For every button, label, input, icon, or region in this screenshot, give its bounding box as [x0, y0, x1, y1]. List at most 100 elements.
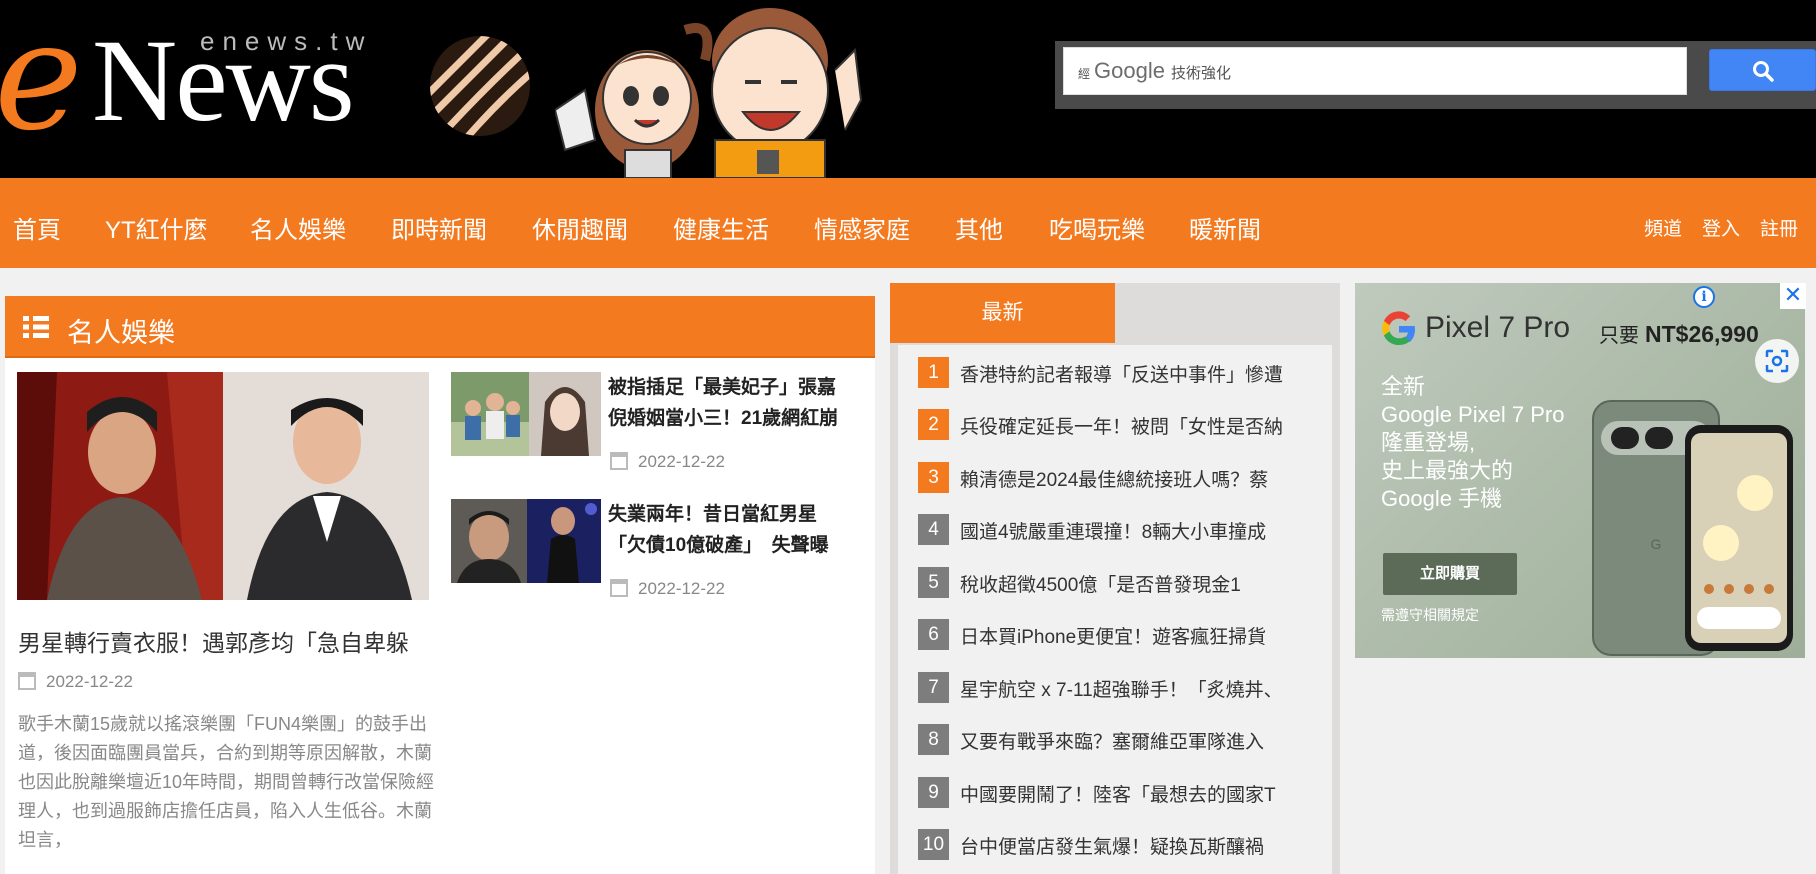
latest-item-title[interactable]: 賴清德是2024最佳總統接班人嗎？蔡: [960, 465, 1325, 492]
side-article-1-date-text: 2022-12-22: [638, 452, 725, 471]
nav-item-family[interactable]: 情感家庭: [814, 210, 910, 245]
nav-login-link[interactable]: 登入: [1702, 214, 1740, 241]
latest-item-title[interactable]: 台中便當店發生氣爆！疑換瓦斯釀禍: [960, 832, 1325, 859]
ad-price-value: NT$26,990: [1645, 321, 1759, 347]
rank-badge: 10: [918, 829, 949, 860]
rank-badge: 8: [918, 724, 949, 755]
latest-item[interactable]: 1 香港特約記者報導「反送中事件」慘遭: [898, 357, 1332, 401]
rank-badge: 6: [918, 619, 949, 650]
site-logo[interactable]: e News enews.tw: [0, 0, 430, 178]
ad-copy: 全新 Google Pixel 7 Pro 隆重登場, 史上最強大的 Googl…: [1381, 373, 1611, 513]
section-header: 名人娛樂: [5, 296, 875, 358]
rank-badge: 7: [918, 672, 949, 703]
nav-item-food[interactable]: 吃喝玩樂: [1049, 210, 1145, 245]
latest-news-panel: 最新 1 香港特約記者報導「反送中事件」慘遭 2 兵役確定延長一年！被問「女性是…: [890, 283, 1340, 874]
ad-copy-line: 全新: [1381, 374, 1426, 399]
featured-article-excerpt: 歌手木蘭15歲就以搖滾樂團「FUN4樂團」的鼓手出道，後因面臨團員當兵，合約到期…: [18, 714, 435, 850]
rank-badge: 3: [918, 462, 949, 493]
calendar-icon: [610, 579, 628, 597]
featured-article-date: 2022-12-22: [18, 672, 133, 692]
info-icon[interactable]: i: [1693, 286, 1715, 308]
google-g-icon: [1382, 311, 1415, 346]
ad-price: 只要 NT$26,990: [1599, 319, 1759, 348]
search-input[interactable]: 經 Google 技術強化: [1063, 47, 1687, 95]
nav-item-home[interactable]: 首頁: [13, 210, 61, 245]
calendar-icon: [610, 452, 628, 470]
latest-item[interactable]: 5 稅收超徵4500億「是否普發現金1: [898, 567, 1332, 611]
nav-item-other[interactable]: 其他: [955, 210, 1003, 245]
nav-item-celebrity[interactable]: 名人娛樂: [250, 210, 346, 245]
latest-item[interactable]: 9 中國要開鬧了！陸客「最想去的國家T: [898, 777, 1332, 821]
nav-item-breaking[interactable]: 即時新聞: [391, 210, 487, 245]
featured-article-image[interactable]: [17, 372, 429, 600]
latest-item-title[interactable]: 又要有戰爭來臨？塞爾維亞軍隊進入: [960, 727, 1325, 754]
latest-item[interactable]: 7 星宇航空 x 7-11超強聯手！「炙燒丼、: [898, 672, 1332, 716]
nav-item-leisure[interactable]: 休閒趣聞: [532, 210, 628, 245]
side-article-1-date: 2022-12-22: [610, 452, 725, 472]
lens-icon[interactable]: [1755, 339, 1799, 383]
latest-item[interactable]: 6 日本買iPhone更便宜！遊客瘋狂掃貨: [898, 619, 1332, 663]
search-brand-prefix: 經: [1078, 67, 1091, 81]
ad-copy-line: Google 手機: [1381, 486, 1503, 511]
rank-badge: 1: [918, 357, 949, 388]
latest-item-title[interactable]: 香港特約記者報導「反送中事件」慘遭: [960, 360, 1325, 387]
featured-article-title[interactable]: 男星轉行賣衣服！遇郭彥均「急自卑躲: [18, 624, 438, 658]
logo-domain: enews.tw: [200, 26, 373, 56]
search-brand-suffix: 技術強化: [1170, 65, 1231, 82]
side-article-1-image[interactable]: [451, 372, 601, 456]
search-branding: 經 Google 技術強化: [1078, 58, 1231, 84]
latest-item-title[interactable]: 兵役確定延長一年！被問「女性是否納: [960, 412, 1325, 439]
rank-badge: 4: [918, 514, 949, 545]
nav-channel-link[interactable]: 頻道: [1644, 214, 1682, 241]
nav-register-link[interactable]: 註冊: [1760, 214, 1798, 241]
rank-badge: 5: [918, 567, 949, 598]
latest-item-title[interactable]: 稅收超徵4500億「是否普發現金1: [960, 570, 1325, 597]
search-brand-google: Google: [1094, 58, 1165, 83]
close-icon[interactable]: ✕: [1780, 283, 1806, 309]
ad-buy-button[interactable]: 立即購買: [1383, 553, 1517, 595]
side-article-1-title-line1[interactable]: 被指插足「最美妃子」張嘉: [608, 372, 870, 403]
site-header: e News enews.tw 經 Google 技術強化: [0, 0, 1816, 178]
svg-text:G: G: [1651, 536, 1662, 552]
latest-item-title[interactable]: 日本買iPhone更便宜！遊客瘋狂掃貨: [960, 622, 1325, 649]
rank-badge: 9: [918, 777, 949, 808]
search-button[interactable]: [1709, 49, 1816, 91]
side-article-2-image[interactable]: [451, 499, 601, 583]
ad-disclaimer: 需遵守相關規定: [1381, 607, 1479, 623]
side-article-1-title-line2[interactable]: 倪婚姻當小三！21歲網紅崩: [608, 403, 870, 434]
rank-badge: 2: [918, 409, 949, 440]
nav-item-warm-news[interactable]: 暖新聞: [1189, 210, 1261, 245]
celebrity-section: 名人娛樂 男星轉行賣衣服！遇郭彥均「急自卑躲 2022-12-22 歌手木蘭15…: [5, 296, 875, 874]
latest-item-title[interactable]: 中國要開鬧了！陸客「最想去的國家T: [960, 780, 1325, 807]
side-article-2-date: 2022-12-22: [610, 579, 725, 599]
phone-front-image: [1685, 425, 1793, 651]
latest-item[interactable]: 2 兵役確定延長一年！被問「女性是否納: [898, 409, 1332, 453]
tab-latest[interactable]: 最新: [890, 283, 1115, 343]
mascots-illustration: [555, 8, 863, 178]
nav-item-yt[interactable]: YT紅什麼: [105, 210, 208, 245]
section-title: 名人娛樂: [67, 318, 175, 348]
ad-copy-line: Google Pixel 7 Pro: [1381, 402, 1565, 427]
advertisement[interactable]: Pixel 7 Pro 只要 NT$26,990 全新 Google Pixel …: [1355, 283, 1805, 658]
calendar-icon: [18, 672, 36, 690]
latest-item[interactable]: 10 台中便當店發生氣爆！疑換瓦斯釀禍: [898, 829, 1332, 873]
side-article-2-date-text: 2022-12-22: [638, 579, 725, 598]
nav-item-health[interactable]: 健康生活: [673, 210, 769, 245]
ad-brand: Pixel 7 Pro: [1425, 311, 1571, 344]
main-nav: 首頁 YT紅什麼 名人娛樂 即時新聞 休閒趣聞 健康生活 情感家庭 其他 吃喝玩…: [0, 178, 1816, 268]
ad-price-prefix: 只要: [1599, 325, 1639, 347]
ad-copy-line: 隆重登場,: [1381, 430, 1476, 455]
latest-item[interactable]: 3 賴清德是2024最佳總統接班人嗎？蔡: [898, 462, 1332, 506]
ad-copy-line: 史上最強大的: [1381, 458, 1514, 483]
side-article-2-title-line2[interactable]: 「欠債10億破產」 失聲曝: [608, 530, 870, 561]
latest-item[interactable]: 8 又要有戰爭來臨？塞爾維亞軍隊進入: [898, 724, 1332, 768]
latest-item-title[interactable]: 國道4號嚴重連環撞！8輛大小車撞成: [960, 517, 1325, 544]
logo-orb-icon: [430, 36, 530, 136]
latest-item-title[interactable]: 星宇航空 x 7-11超強聯手！「炙燒丼、: [960, 675, 1325, 702]
search-bar: 經 Google 技術強化: [1055, 41, 1816, 109]
latest-news-list: 1 香港特約記者報導「反送中事件」慘遭 2 兵役確定延長一年！被問「女性是否納 …: [898, 345, 1332, 874]
latest-item[interactable]: 4 國道4號嚴重連環撞！8輛大小車撞成: [898, 514, 1332, 558]
list-icon: [23, 316, 49, 338]
featured-date-text: 2022-12-22: [46, 672, 133, 691]
side-article-2-title-line1[interactable]: 失業兩年！昔日當紅男星: [608, 499, 870, 530]
